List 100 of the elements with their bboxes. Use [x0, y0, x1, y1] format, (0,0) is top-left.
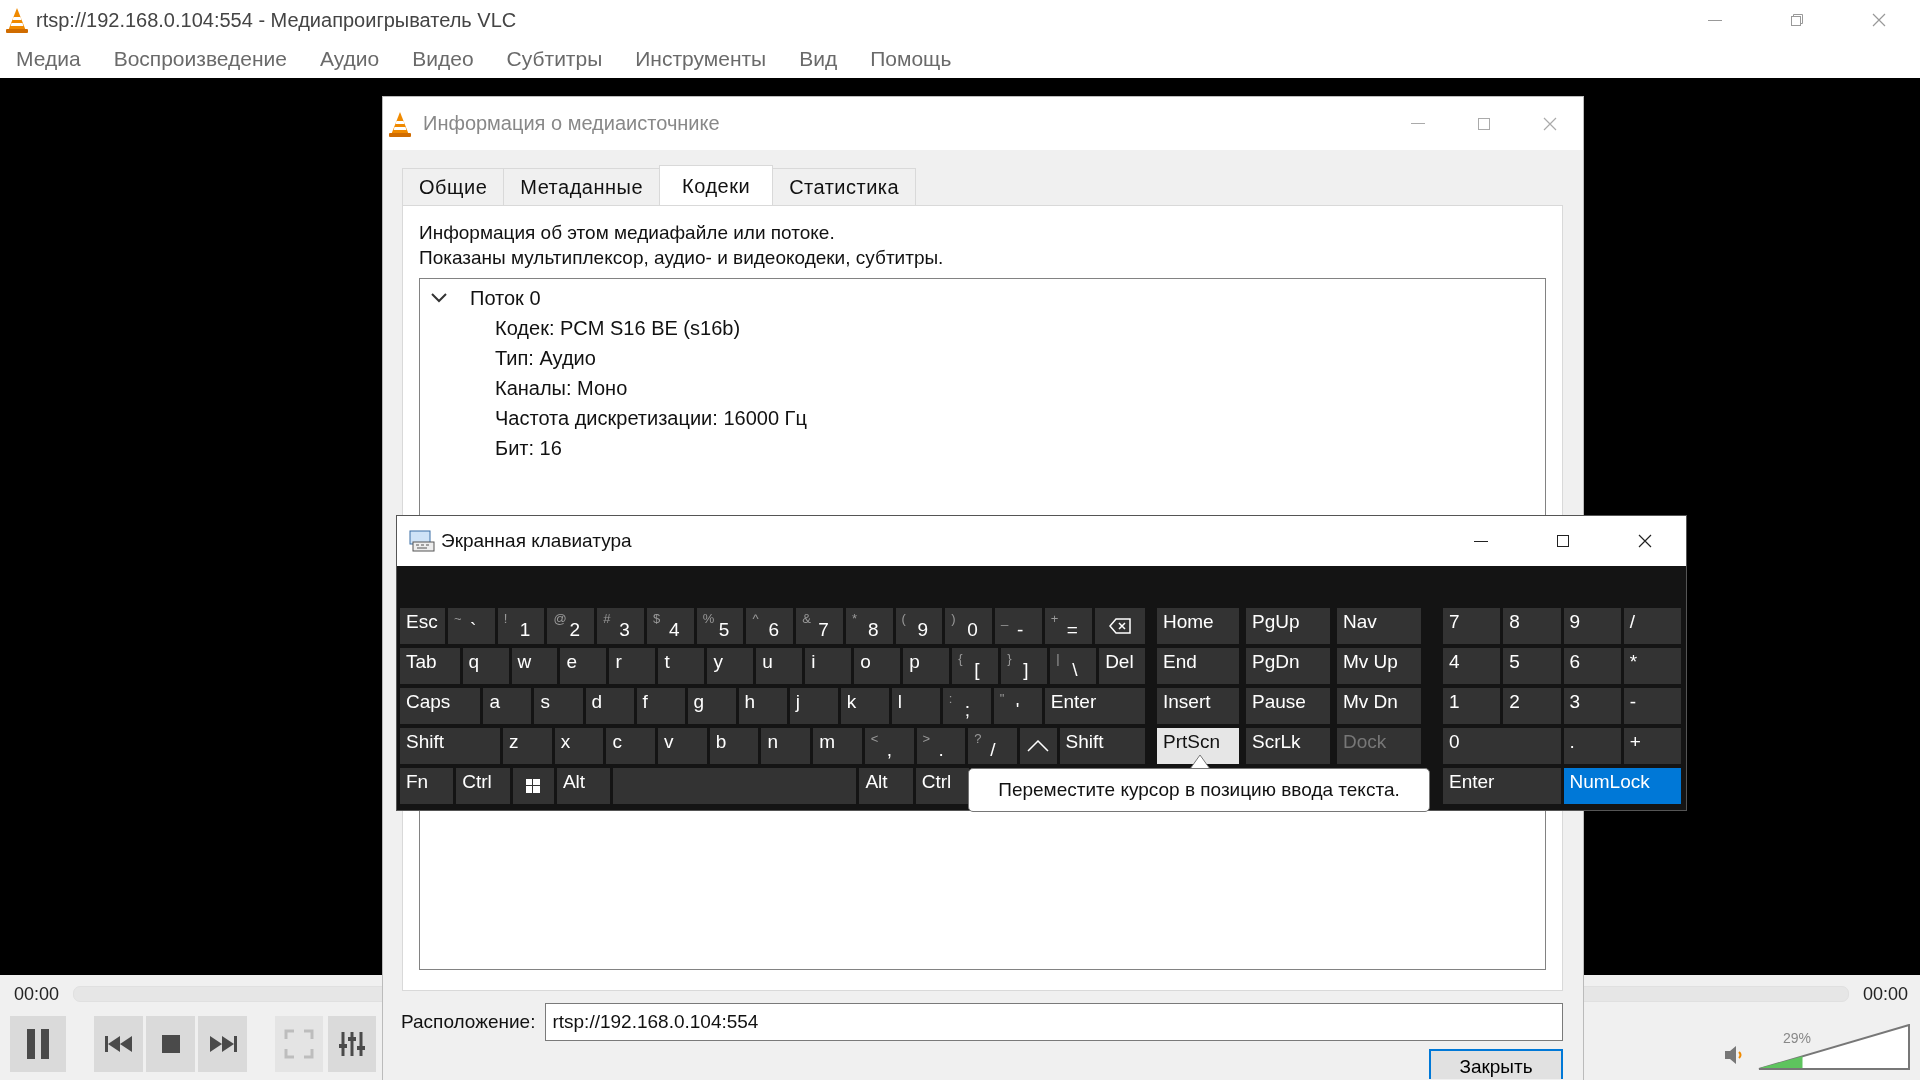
key[interactable]: k [840, 688, 889, 724]
key[interactable]: { [ [952, 648, 999, 684]
key[interactable]: PrtScn [1157, 728, 1239, 764]
equalizer-button[interactable] [328, 1016, 376, 1072]
key[interactable]: z [503, 728, 552, 764]
key[interactable]: Mv Dn [1337, 688, 1421, 724]
key[interactable]: * 8 [845, 608, 893, 644]
key[interactable]: ? / [968, 728, 1017, 764]
tree-item[interactable]: Тип: Аудио [495, 346, 596, 370]
windows-key[interactable] [512, 768, 554, 804]
volume-slider[interactable] [1758, 1024, 1910, 1070]
key[interactable]: * [1623, 648, 1681, 684]
chevron-icon[interactable] [430, 292, 448, 304]
key[interactable]: 5 [1503, 648, 1561, 684]
tab[interactable]: Кодеки [659, 165, 774, 205]
key[interactable]: l [891, 688, 940, 724]
key[interactable]: End [1157, 648, 1239, 684]
key[interactable]: ~ ` [448, 608, 495, 644]
menu-item[interactable]: Видео [395, 47, 490, 71]
key[interactable]: y [707, 648, 754, 684]
key[interactable]: ( 9 [895, 608, 943, 644]
key[interactable]: PgDn [1246, 648, 1330, 684]
key[interactable]: . [1563, 728, 1621, 764]
key[interactable]: m [813, 728, 862, 764]
menu-item[interactable]: Инструменты [618, 47, 783, 71]
key[interactable]: a [483, 688, 532, 724]
key[interactable]: 6 [1563, 648, 1621, 684]
up-arrow-key[interactable] [1019, 728, 1057, 764]
key[interactable]: Nav [1337, 608, 1421, 644]
key[interactable]: Ctrl [456, 768, 510, 804]
key[interactable]: g [687, 688, 736, 724]
key[interactable]: b [709, 728, 759, 764]
key[interactable]: p [903, 648, 950, 684]
key[interactable]: + [1623, 728, 1681, 764]
key[interactable]: ! 1 [497, 608, 545, 644]
menu-item[interactable]: Помощь [853, 47, 968, 71]
key[interactable]: : ; [942, 688, 991, 724]
key[interactable]: r [609, 648, 656, 684]
key[interactable]: s [534, 688, 583, 724]
key[interactable]: j [789, 688, 838, 724]
key[interactable]: h [738, 688, 787, 724]
tree-item[interactable]: Кодек: PCM S16 BE (s16b) [495, 316, 741, 340]
key[interactable]: Tab [400, 648, 460, 684]
key[interactable]: Home [1157, 608, 1239, 644]
key[interactable]: $ 4 [646, 608, 694, 644]
tree-item[interactable]: Поток 0 [470, 286, 541, 310]
key[interactable]: PgUp [1246, 608, 1330, 644]
key[interactable]: t [658, 648, 705, 684]
pause-button[interactable] [10, 1016, 66, 1072]
key[interactable]: x [554, 728, 604, 764]
key[interactable]: 0 [1443, 728, 1561, 764]
key[interactable]: | \ [1050, 648, 1097, 684]
tree-item[interactable]: Частота дискретизации: 16000 Гц [495, 406, 807, 430]
key[interactable]: i [805, 648, 852, 684]
key[interactable]: / [1623, 608, 1681, 644]
key[interactable]: Insert [1157, 688, 1239, 724]
key[interactable]: 7 [1443, 608, 1501, 644]
key[interactable]: ) 0 [945, 608, 993, 644]
key[interactable]: Alt [556, 768, 611, 804]
stop-button[interactable] [146, 1016, 195, 1072]
menu-item[interactable]: Вид [782, 47, 854, 71]
key[interactable]: c [606, 728, 656, 764]
key[interactable]: u [756, 648, 803, 684]
key[interactable]: + = [1044, 608, 1092, 644]
key[interactable]: Shift [1059, 728, 1145, 764]
key[interactable]: ^ 6 [746, 608, 794, 644]
key[interactable]: e [560, 648, 607, 684]
tab[interactable]: Статистика [772, 168, 917, 205]
key[interactable]: NumLock [1563, 768, 1681, 804]
key[interactable]: 8 [1503, 608, 1561, 644]
close-button[interactable]: Закрыть [1429, 1049, 1563, 1079]
location-field[interactable]: rtsp://192.168.0.104:554 [545, 1003, 1563, 1041]
menu-item[interactable]: Медиа [16, 47, 97, 71]
key[interactable]: & 7 [796, 608, 843, 644]
key[interactable]: w [511, 648, 558, 684]
menu-item[interactable]: Воспроизведение [96, 47, 303, 71]
key[interactable]: Del [1099, 648, 1146, 684]
key[interactable]: # 3 [597, 608, 644, 644]
tab[interactable]: Общие [402, 168, 505, 205]
key[interactable]: ScrLk [1246, 728, 1330, 764]
key[interactable]: " ' [993, 688, 1042, 724]
key[interactable]: _ - [995, 608, 1042, 644]
key[interactable]: Alt [859, 768, 913, 804]
menu-item[interactable]: Субтитры [489, 47, 619, 71]
key[interactable]: Enter [1044, 688, 1146, 724]
key[interactable]: < , [864, 728, 914, 764]
tree-item[interactable]: Бит: 16 [495, 436, 562, 460]
key[interactable]: % 5 [696, 608, 744, 644]
key[interactable]: } ] [1001, 648, 1048, 684]
menu-item[interactable]: Аудио [303, 47, 396, 71]
key[interactable]: 2 [1503, 688, 1561, 724]
key[interactable]: Ctrl [915, 768, 969, 804]
key[interactable]: - [1623, 688, 1681, 724]
speaker-icon[interactable] [1724, 1044, 1744, 1066]
key[interactable]: Shift [400, 728, 501, 764]
key[interactable]: > . [916, 728, 966, 764]
next-button[interactable] [198, 1016, 247, 1072]
key[interactable]: q [462, 648, 509, 684]
key[interactable]: o [854, 648, 901, 684]
key[interactable]: Fn [400, 768, 454, 804]
